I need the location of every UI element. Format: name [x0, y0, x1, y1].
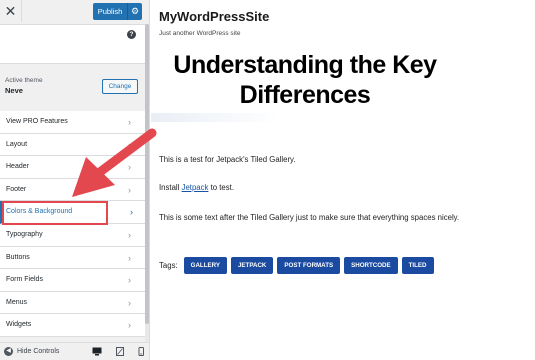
sidebar-item-label: Buttons [6, 253, 30, 261]
sidebar-item-colors-background[interactable]: Colors & Background › [0, 201, 148, 224]
sidebar-item-view-pro-features[interactable]: View PRO Features › [0, 111, 148, 134]
sidebar-item-label: Menus [6, 298, 28, 306]
tag-gallery[interactable]: GALLERY [183, 256, 227, 274]
sidebar-item-label: Widgets [6, 321, 32, 329]
chevron-right-icon: › [128, 162, 131, 173]
tags-row: Tags: GALLERY JETPACK POST FORMATS SHORT… [159, 256, 438, 274]
paragraph-text: Install [159, 183, 182, 192]
sidebar-item-typography[interactable]: Typography › [0, 223, 148, 247]
chevron-right-icon: › [130, 207, 133, 218]
chevron-right-icon: › [128, 252, 131, 263]
theme-name: Neve [5, 86, 23, 95]
site-tagline: Just another WordPress site [159, 30, 241, 37]
active-theme-panel: Active theme Neve Change [0, 72, 148, 104]
sidebar-item-layout[interactable]: Layout › [0, 133, 148, 157]
post-paragraph: Install Jetpack to test. [159, 183, 234, 192]
publish-group: Publish ⚙ [93, 3, 142, 20]
desktop-preview-icon[interactable] [92, 347, 102, 356]
site-title[interactable]: MyWordPressSite [159, 9, 269, 24]
chevron-right-icon: › [128, 275, 131, 286]
publish-button[interactable]: Publish [93, 3, 127, 20]
tag-tiled[interactable]: TILED [401, 256, 434, 274]
sidebar-item-label: Footer [6, 185, 27, 193]
scrollbar-thumb[interactable] [145, 24, 149, 324]
tag-jetpack[interactable]: JETPACK [230, 256, 274, 274]
sidebar-item-form-fields[interactable]: Form Fields › [0, 269, 148, 292]
customizer-menu: View PRO Features › Layout › Header › Fo… [0, 111, 148, 337]
customizer-footer-bar: ◀ Hide Controls [0, 342, 149, 360]
post-paragraph: This is some text after the Tiled Galler… [159, 213, 460, 222]
sidebar-item-label: Typography [6, 230, 43, 238]
sidebar-item-footer[interactable]: Footer › [0, 178, 148, 202]
close-icon[interactable]: ✕ [0, 0, 22, 22]
mobile-preview-icon[interactable] [136, 347, 146, 356]
sidebar-item-label: Header [6, 163, 29, 171]
sidebar-item-menus[interactable]: Menus › [0, 291, 148, 315]
gear-icon[interactable]: ⚙ [127, 3, 142, 20]
tiled-gallery-placeholder [151, 113, 281, 122]
tag-shortcode[interactable]: SHORTCODE [344, 256, 398, 274]
chevron-right-icon: › [128, 229, 131, 240]
customizer-info-panel: ? [0, 24, 148, 64]
chevron-right-icon: › [128, 117, 131, 127]
tag-post-formats[interactable]: POST FORMATS [277, 256, 341, 274]
chevron-right-icon: › [128, 320, 131, 331]
paragraph-text: to test. [208, 183, 234, 192]
hide-controls-button[interactable]: Hide Controls [17, 348, 59, 355]
tags-label: Tags: [159, 260, 178, 270]
active-theme-label: Active theme [5, 77, 43, 84]
site-preview: MyWordPressSite Just another WordPress s… [151, 0, 535, 360]
sidebar-item-label: Colors & Background [6, 208, 73, 216]
sidebar-item-widgets[interactable]: Widgets › [0, 314, 148, 337]
post-paragraph: This is a test for Jetpack's Tiled Galle… [159, 155, 296, 164]
chevron-right-icon: › [128, 297, 131, 308]
sidebar-item-label: Form Fields [6, 276, 43, 284]
sidebar-item-label: View PRO Features [6, 118, 68, 125]
sidebar-item-header[interactable]: Header › [0, 156, 148, 179]
post-title-line-2: Differences [239, 81, 371, 109]
tablet-preview-icon[interactable] [115, 347, 125, 356]
chevron-right-icon: › [128, 139, 131, 150]
jetpack-link[interactable]: Jetpack [182, 183, 209, 192]
sidebar-item-label: Layout [6, 140, 28, 148]
hide-controls-icon[interactable]: ◀ [4, 347, 13, 356]
customizer-sidebar: ✕ Publish ⚙ ? Active theme Neve Change V… [0, 0, 150, 360]
post-title: Understanding the Key Differences [151, 50, 459, 110]
post-title-line-1: Understanding the Key [173, 51, 437, 79]
help-icon[interactable]: ? [127, 30, 136, 39]
change-theme-button[interactable]: Change [102, 79, 138, 94]
sidebar-scrollbar[interactable] [145, 24, 149, 344]
chevron-right-icon: › [128, 184, 131, 195]
sidebar-item-buttons[interactable]: Buttons › [0, 246, 148, 270]
